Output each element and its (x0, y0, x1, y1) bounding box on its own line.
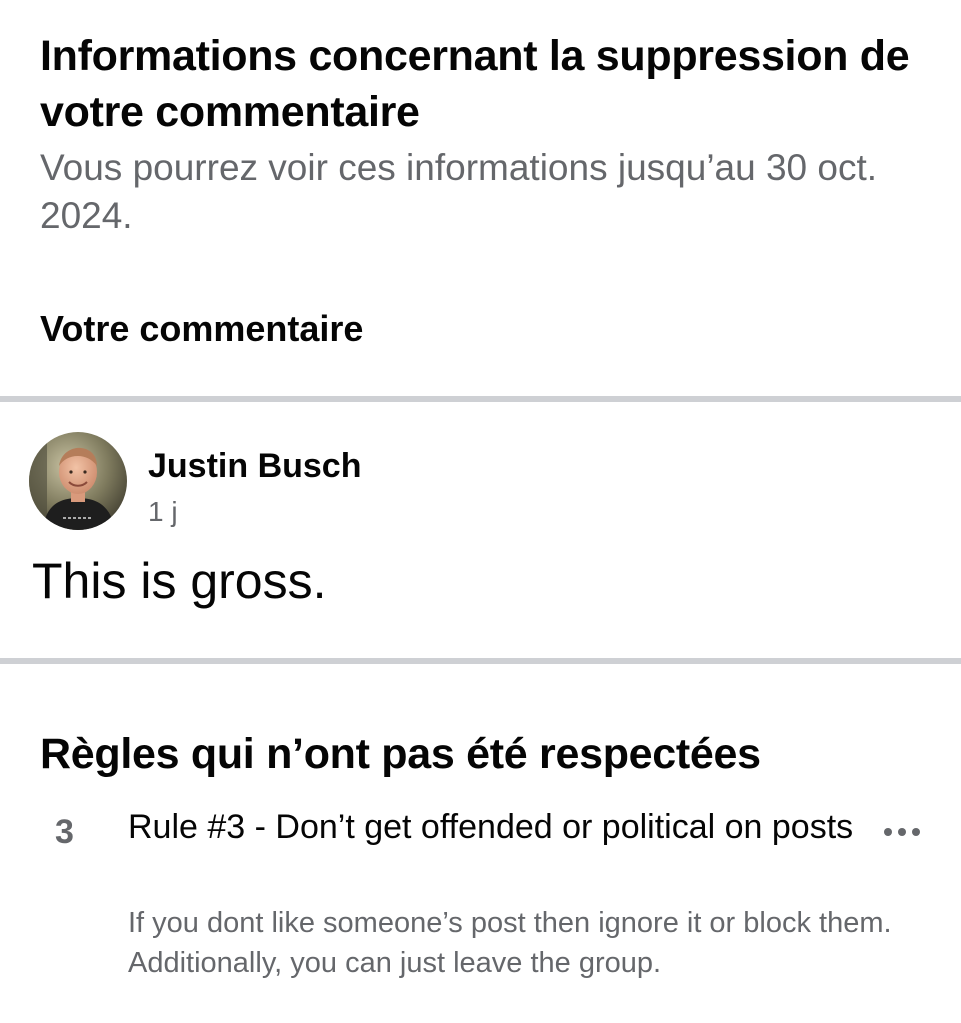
avatar[interactable] (29, 432, 127, 530)
divider (0, 658, 961, 664)
more-dots-glyph (884, 828, 920, 836)
page-header: Informations concernant la suppression d… (40, 28, 930, 240)
more-horizontal-icon[interactable] (876, 812, 928, 852)
comment-timestamp: 1 j (148, 496, 178, 527)
your-comment-heading: Votre commentaire (40, 308, 364, 349)
rule-title: Rule #3 - Don’t get offended or politica… (128, 808, 854, 846)
comment-text: This is gross. (32, 553, 327, 609)
removed-comment: Justin Busch 1 j This is gross. (0, 402, 961, 658)
violated-rules-heading: Règles qui n’ont pas été respectées (40, 730, 761, 778)
comment-removal-page: Informations concernant la suppression d… (0, 0, 961, 1023)
page-title: Informations concernant la suppression d… (40, 32, 910, 136)
rule-number: 3 (55, 813, 74, 851)
rule-description: If you dont like someone’s post then ign… (128, 907, 892, 979)
availability-note: Vous pourrez voir ces informations jusqu… (40, 147, 878, 236)
avatar-image (29, 432, 127, 530)
comment-author[interactable]: Justin Busch (148, 444, 361, 488)
